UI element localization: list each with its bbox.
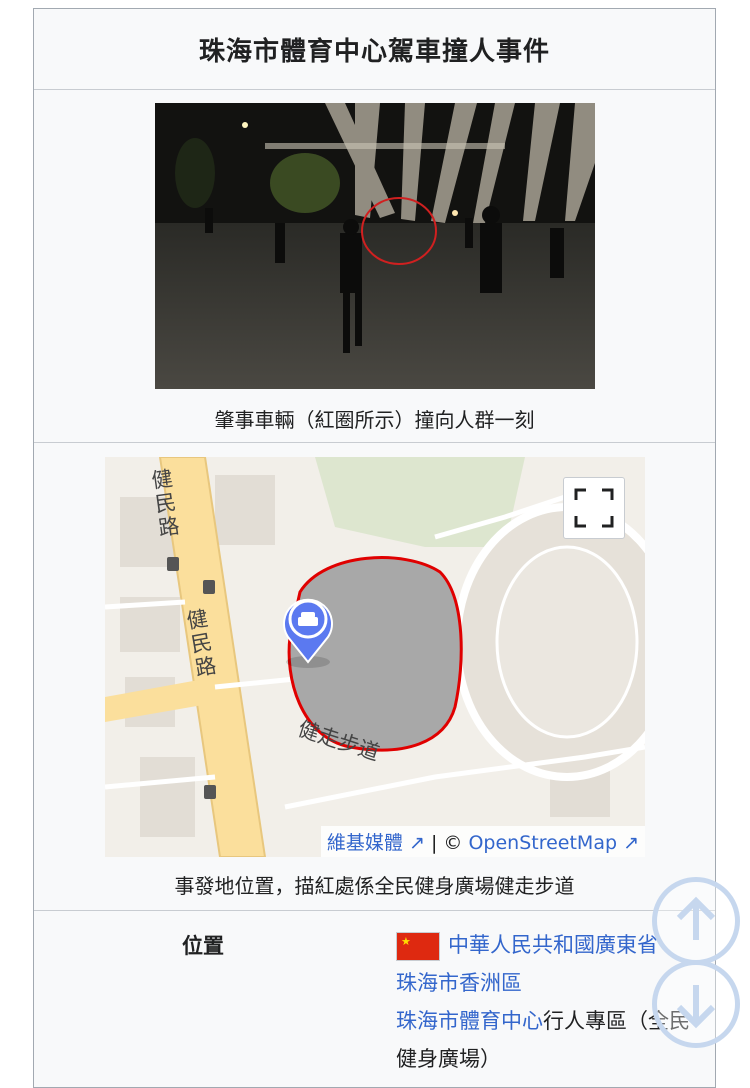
scroll-down-button[interactable] bbox=[652, 960, 740, 1048]
incident-photo-image bbox=[155, 103, 595, 389]
wikimedia-link[interactable]: 維基媒體 bbox=[327, 832, 403, 854]
map-attribution: 維基媒體 ↗ | © OpenStreetMap ↗ bbox=[320, 826, 645, 857]
photo-row: 肇事車輛（紅圈所示）撞向人群一刻 bbox=[34, 89, 715, 443]
map-row: 健民路 健民路 健走步道 維基媒體 ↗ | © OpenStreetMap ↗ … bbox=[34, 442, 715, 911]
arrow-down-icon bbox=[676, 985, 716, 1029]
external-link-icon: ↗ bbox=[623, 832, 639, 854]
attribution-separator: | © bbox=[430, 832, 463, 854]
incident-photo[interactable] bbox=[155, 103, 595, 389]
location-value: ★ 中華人民共和國廣東省 珠海市香洲區 珠海市體育中心行人專區（全民健身廣場） bbox=[396, 926, 696, 1078]
photo-caption: 肇事車輛（紅圈所示）撞向人群一刻 bbox=[214, 408, 535, 432]
map-caption: 事發地位置，描紅處係全民健身廣場健走步道 bbox=[174, 874, 575, 898]
fullscreen-icon bbox=[574, 488, 614, 528]
location-map[interactable]: 健民路 健民路 健走步道 維基媒體 ↗ | © OpenStreetMap ↗ bbox=[105, 457, 645, 857]
scroll-up-button[interactable] bbox=[652, 877, 740, 965]
china-flag-icon: ★ bbox=[396, 931, 440, 961]
arrow-up-icon bbox=[676, 896, 716, 940]
location-link-district[interactable]: 珠海市香洲區 bbox=[396, 971, 522, 995]
external-link-icon: ↗ bbox=[408, 832, 425, 854]
location-link-venue[interactable]: 珠海市體育中心 bbox=[396, 1009, 543, 1033]
location-link-country[interactable]: 中華人民共和國廣東省 bbox=[448, 933, 658, 957]
osm-link[interactable]: OpenStreetMap bbox=[468, 832, 617, 854]
infobox: 珠海市體育中心駕車撞人事件 肇事車輛（紅圈所示）撞向人群一刻 健民路 健民路 健… bbox=[33, 8, 716, 1088]
location-label: 位置 bbox=[182, 934, 224, 958]
fullscreen-button[interactable] bbox=[563, 477, 625, 539]
infobox-title: 珠海市體育中心駕車撞人事件 bbox=[34, 9, 715, 90]
